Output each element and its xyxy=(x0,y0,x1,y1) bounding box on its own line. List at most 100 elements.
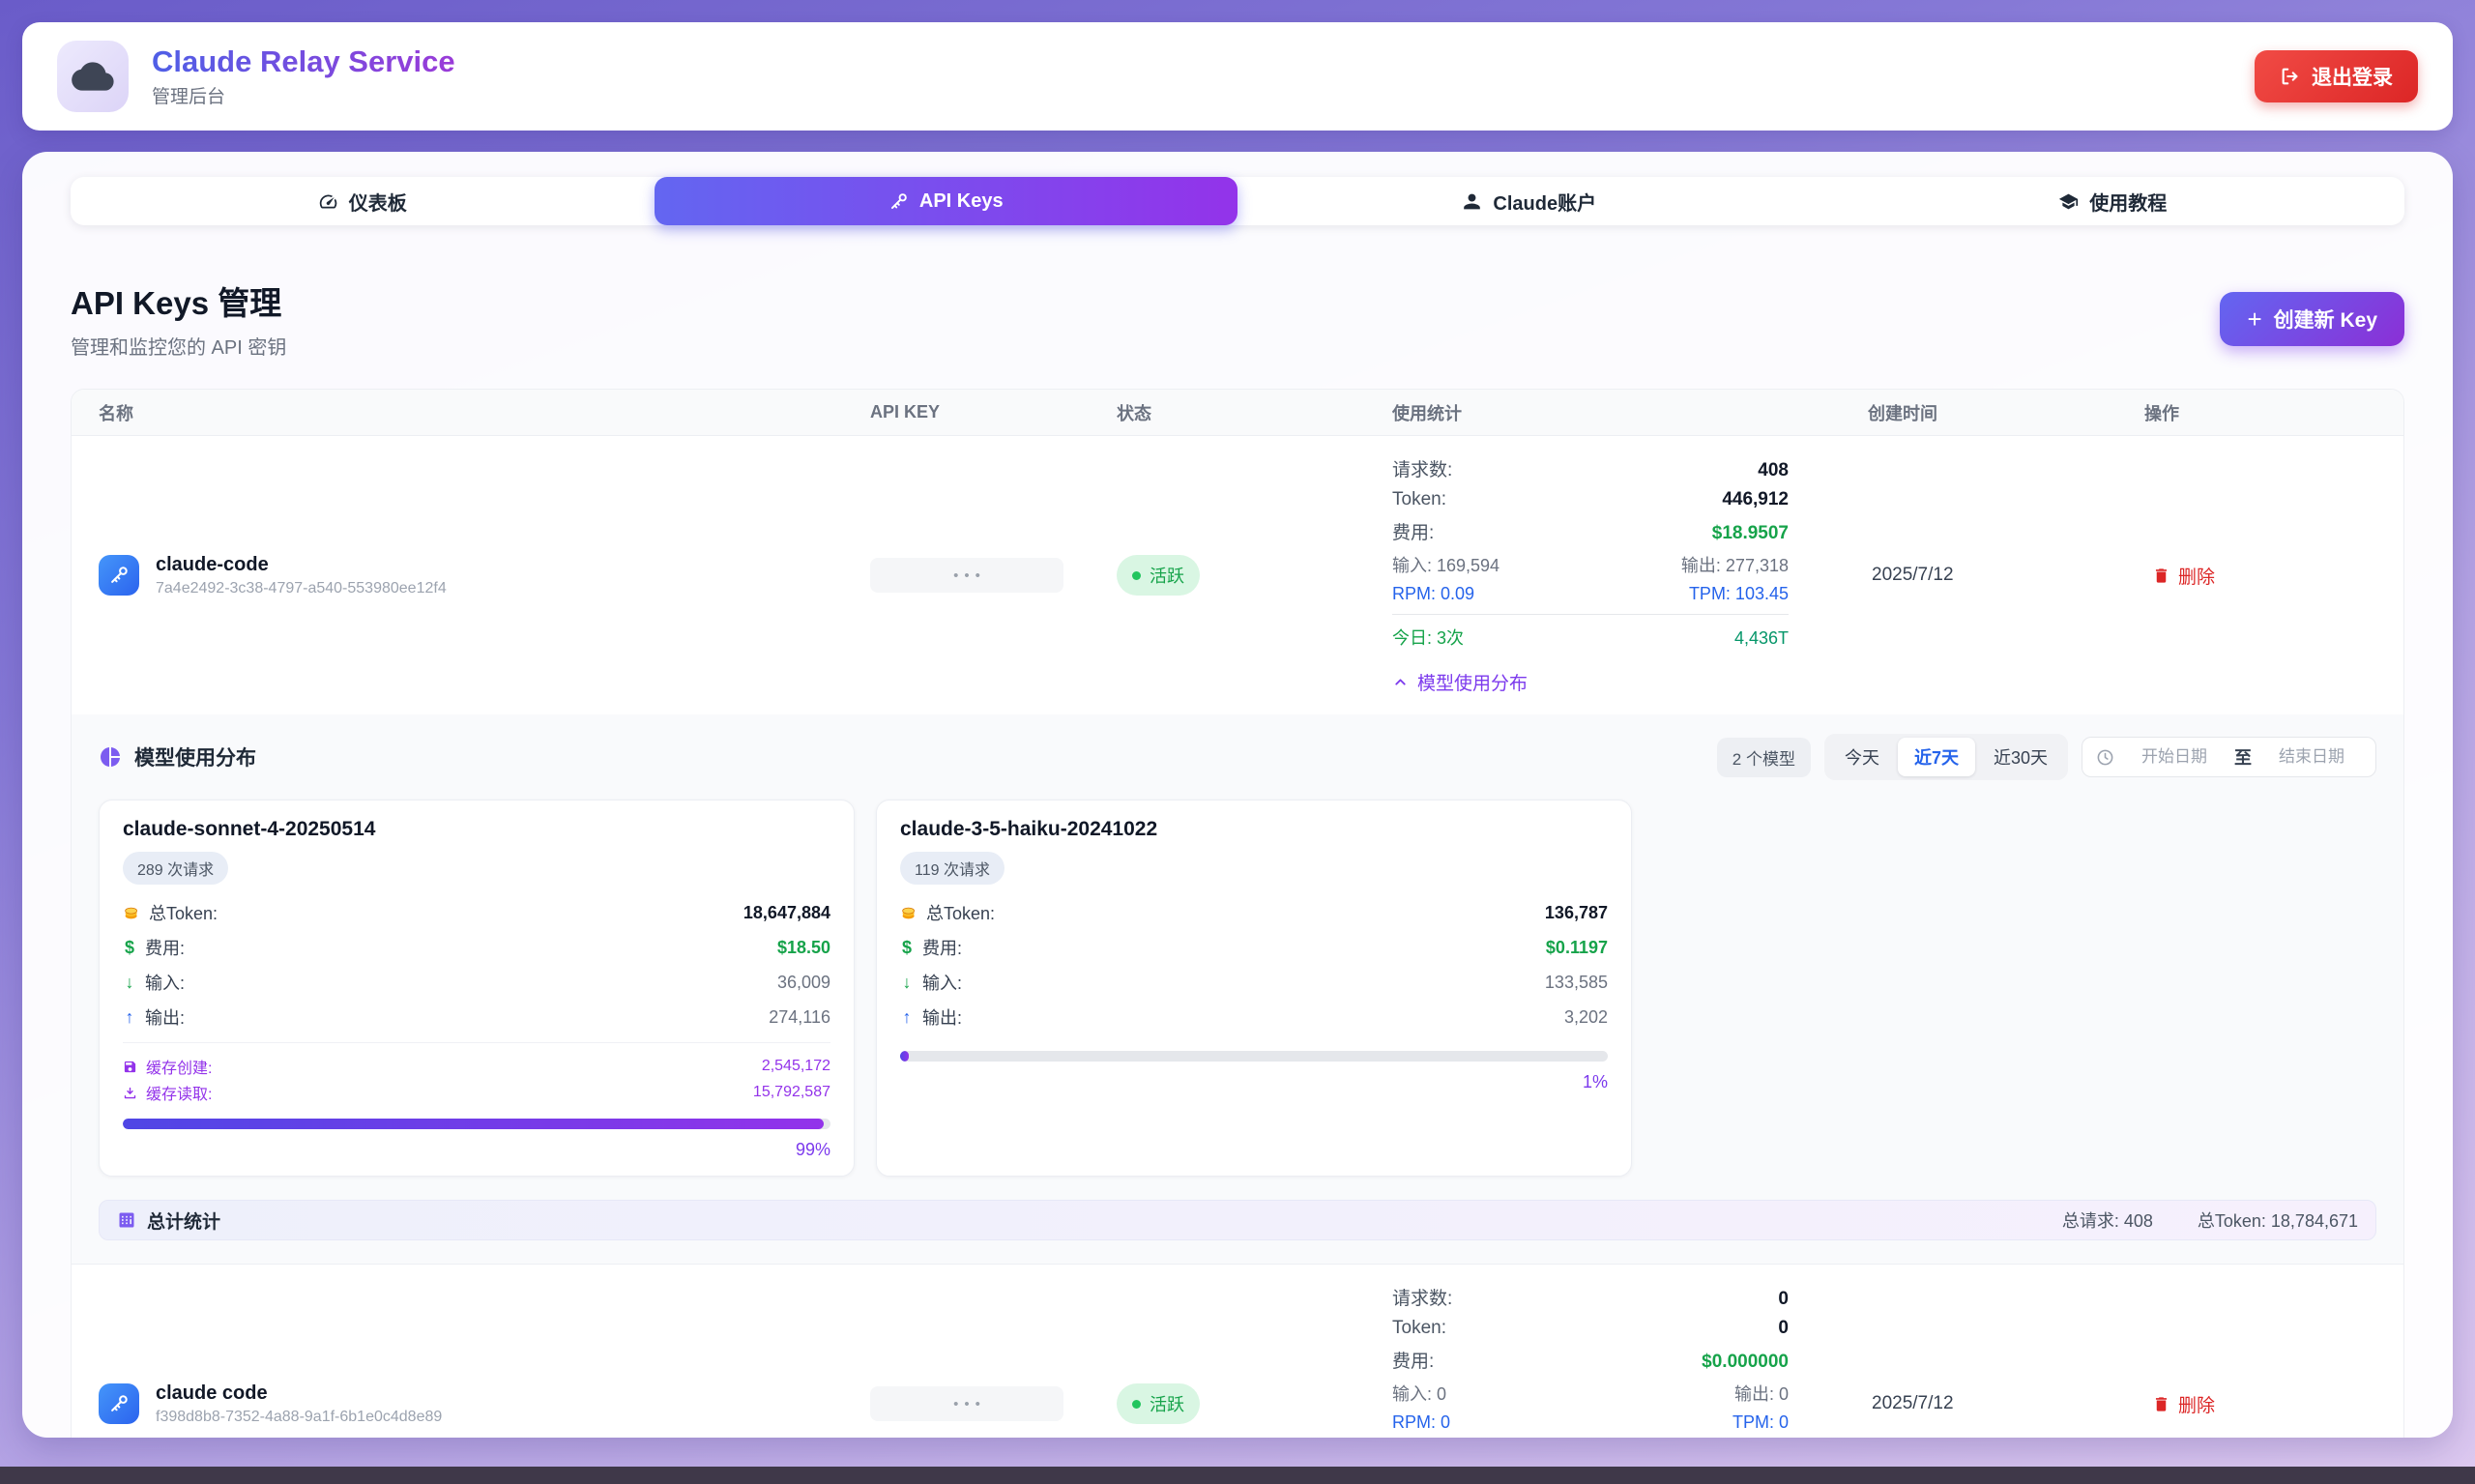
page-head: API Keys 管理 管理和监控您的 API 密钥 + 创建新 Key xyxy=(71,277,2404,360)
model-stat-value: 3,202 xyxy=(1564,1007,1608,1028)
created-cell: 2025/7/12 xyxy=(1868,565,2144,586)
stat-value: 446,912 xyxy=(1722,489,1789,510)
key-badge xyxy=(99,1383,139,1424)
coin-icon xyxy=(900,904,917,921)
status-dot-icon xyxy=(1132,571,1141,580)
masked-api-key[interactable]: ••• xyxy=(870,1386,1063,1421)
label-text: 输出: xyxy=(145,1004,185,1030)
arrow-up-icon: ↑ xyxy=(900,1007,914,1028)
usage-progress-track xyxy=(900,1051,1608,1062)
logout-button[interactable]: 退出登录 xyxy=(2255,50,2418,102)
status-cell: 活跃 xyxy=(1117,555,1392,596)
stat-label: 请求数: xyxy=(1392,455,1452,481)
label-text: 费用: xyxy=(922,935,962,960)
filter-7days[interactable]: 近7天 xyxy=(1898,738,1975,776)
start-date-input[interactable] xyxy=(2124,747,2225,767)
masked-api-key[interactable]: ••• xyxy=(870,558,1063,593)
table-row: claude-code 7a4e2492-3c38-4797-a540-5539… xyxy=(72,436,2403,714)
app-logo xyxy=(57,41,129,112)
model-distribution-panel: 模型使用分布 2 个模型 今天 近7天 近30天 至 xyxy=(72,714,2403,1265)
stat-rpm: RPM: 0 xyxy=(1392,1412,1450,1433)
user-icon xyxy=(1462,191,1482,212)
distribution-header: 模型使用分布 2 个模型 今天 近7天 近30天 至 xyxy=(99,734,2376,780)
trash-icon xyxy=(2152,1395,2170,1413)
key-badge xyxy=(99,555,139,596)
model-output: ↑输出: 274,116 xyxy=(123,1004,830,1030)
model-requests-badge: 119 次请求 xyxy=(900,852,1005,885)
key-icon xyxy=(888,191,909,212)
model-requests-badge: 289 次请求 xyxy=(123,852,228,885)
label-text: 总Token: xyxy=(926,900,995,925)
label-text: 缓存创建: xyxy=(146,1055,212,1078)
model-stat-label: 总Token: xyxy=(123,900,218,925)
model-stat-label: ↓输入: xyxy=(900,970,962,995)
tab-tutorial[interactable]: 使用教程 xyxy=(1821,177,2405,225)
end-date-input[interactable] xyxy=(2261,747,2362,767)
model-card: claude-3-5-haiku-20241022 119 次请求 总Token… xyxy=(876,800,1632,1177)
dollar-icon: $ xyxy=(123,938,136,958)
page-title: API Keys 管理 xyxy=(71,277,286,324)
tab-label: 使用教程 xyxy=(2089,188,2167,216)
logout-icon xyxy=(2280,66,2301,87)
cache-value: 15,792,587 xyxy=(753,1084,830,1101)
model-stat-value: 274,116 xyxy=(769,1007,830,1028)
dollar-icon: $ xyxy=(900,938,914,958)
name-cell: claude-code 7a4e2492-3c38-4797-a540-5539… xyxy=(72,554,870,597)
usage-percent: 1% xyxy=(900,1072,1608,1092)
distribution-title-label: 模型使用分布 xyxy=(134,742,256,771)
delete-button[interactable]: 删除 xyxy=(2144,1391,2215,1417)
stat-rate: RPM: 0.09TPM: 103.45 xyxy=(1392,584,1789,604)
key-icon xyxy=(108,1393,130,1414)
usage-progress-fill xyxy=(900,1051,909,1062)
tab-api-keys[interactable]: API Keys xyxy=(655,177,1238,225)
model-distribution-toggle[interactable]: 模型使用分布 xyxy=(1392,669,1789,695)
key-id: f398d8b8-7352-4a88-9a1f-6b1e0c4d8e89 xyxy=(156,1409,442,1426)
app-title: Claude Relay Service xyxy=(152,44,455,79)
stat-value: 0 xyxy=(1778,1318,1789,1339)
model-card: claude-sonnet-4-20250514 289 次请求 总Token:… xyxy=(99,800,855,1177)
today-tokens: 4,436T xyxy=(1734,628,1789,649)
stat-today: 今日: 3次4,436T xyxy=(1392,614,1789,650)
stat-tpm: TPM: 103.45 xyxy=(1689,584,1789,604)
delete-label: 删除 xyxy=(2178,1391,2215,1417)
calculator-icon xyxy=(117,1210,136,1230)
tab-dashboard[interactable]: 仪表板 xyxy=(71,177,655,225)
stat-token: Token:0 xyxy=(1392,1318,1789,1339)
stat-label: 请求数: xyxy=(1392,1284,1452,1310)
model-name: claude-sonnet-4-20250514 xyxy=(123,818,830,841)
filter-30days[interactable]: 近30天 xyxy=(1977,738,2064,776)
label-text: 输入: xyxy=(145,970,185,995)
tab-claude-account[interactable]: Claude账户 xyxy=(1238,177,1821,225)
stat-output: 输出: 277,318 xyxy=(1681,552,1789,577)
api-key-cell: ••• xyxy=(870,1386,1117,1421)
stat-input: 输入: 0 xyxy=(1392,1381,1446,1406)
filter-today[interactable]: 今天 xyxy=(1828,738,1896,776)
distribution-title: 模型使用分布 xyxy=(99,742,256,771)
pie-chart-icon xyxy=(99,745,122,769)
tab-label: 仪表板 xyxy=(349,188,407,216)
model-stat-label: ↓ 输入: xyxy=(123,970,185,995)
col-api-key: API KEY xyxy=(870,402,1117,422)
model-total-token: 总Token: 136,787 xyxy=(900,900,1608,925)
floppy-icon xyxy=(123,1060,137,1074)
model-stat-label: $ 费用: xyxy=(900,935,962,960)
delete-button[interactable]: 删除 xyxy=(2144,563,2215,589)
graduation-cap-icon xyxy=(2058,191,2079,212)
totals-title-label: 总计统计 xyxy=(147,1208,220,1234)
cache-read: 缓存读取: 15,792,587 xyxy=(123,1081,830,1104)
cache-value: 2,545,172 xyxy=(762,1058,830,1075)
key-icon xyxy=(108,565,130,586)
model-cost: $费用: $0.1197 xyxy=(900,935,1608,960)
model-count-badge: 2 个模型 xyxy=(1717,738,1811,777)
chevron-up-icon xyxy=(1392,674,1409,690)
usage-stats: 请求数:0 Token:0 费用:$0.000000 输入: 0输出: 0 RP… xyxy=(1392,1284,1789,1438)
create-key-button[interactable]: + 创建新 Key xyxy=(2220,292,2404,346)
model-stat-label: 总Token: xyxy=(900,900,995,925)
model-stat-value: 36,009 xyxy=(777,973,830,993)
model-input: ↓ 输入: 36,009 xyxy=(123,970,830,995)
arrow-down-icon: ↓ xyxy=(123,973,136,993)
plus-icon: + xyxy=(2247,306,2261,332)
model-output: ↑输出: 3,202 xyxy=(900,1004,1608,1030)
status-cell: 活跃 xyxy=(1117,1383,1392,1424)
status-dot-icon xyxy=(1132,1400,1141,1409)
